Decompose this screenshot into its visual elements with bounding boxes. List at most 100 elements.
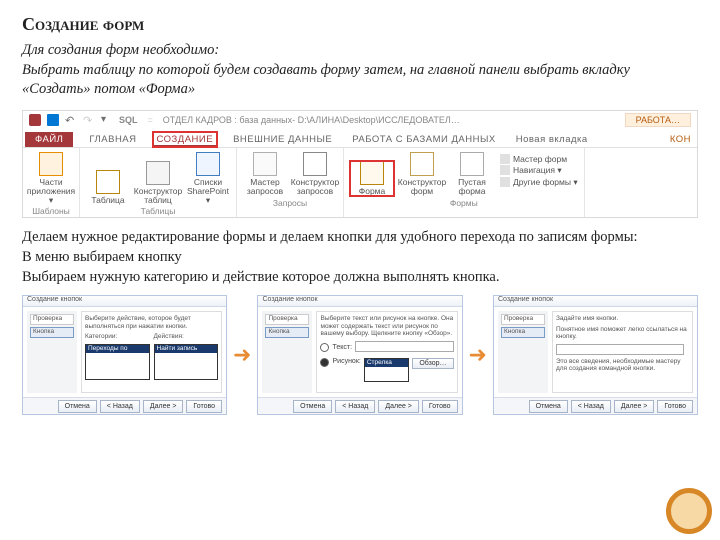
table-icon <box>96 170 120 194</box>
sidebar-item-label: Проверка <box>30 314 74 325</box>
intro-text: Для создания форм необходимо: Выбрать та… <box>22 41 698 100</box>
btn-form-wizard[interactable]: Мастер форм <box>500 154 578 164</box>
sidebar-item-button[interactable]: Кнопка <box>265 327 309 338</box>
actions-list[interactable]: Найти запись <box>154 344 219 380</box>
group-templates: Части приложения ▾ Шаблоны <box>23 148 80 218</box>
arrow-right-icon: ➜ <box>233 342 251 368</box>
cancel-button[interactable]: Отмена <box>58 400 97 413</box>
window-title: ОТДЕЛ КАДРОВ : база данных- D:\АЛИНА\Des… <box>163 115 460 125</box>
list-item[interactable] <box>86 361 149 369</box>
dialog-prompt: Задайте имя кнопки. <box>556 315 689 322</box>
sql-icon[interactable]: SQL <box>119 115 138 125</box>
radio-picture[interactable] <box>320 358 329 367</box>
btn-table-constructor[interactable]: Конструктор таблиц <box>136 161 180 205</box>
list-item[interactable] <box>155 353 218 361</box>
form-constructor-icon <box>410 152 434 176</box>
wizard-dialog-1: Создание кнопок Проверка Кнопка Выберите… <box>22 295 227 415</box>
dialog-sidebar: Проверка Кнопка <box>262 311 312 393</box>
form-wizard-icon <box>500 154 510 164</box>
sharepoint-icon <box>196 152 220 176</box>
dialog-sidebar: Проверка Кнопка <box>498 311 548 393</box>
blank-form-icon <box>460 152 484 176</box>
tab-external-data[interactable]: ВНЕШНИЕ ДАННЫЕ <box>229 132 336 147</box>
finish-button[interactable]: Готово <box>422 400 458 413</box>
btn-query-constructor[interactable]: Конструктор запросов <box>293 152 337 196</box>
btn-sharepoint-lists[interactable]: Списки SharePoint ▾ <box>186 152 230 205</box>
form-icon <box>360 161 384 185</box>
access-app-icon <box>29 114 41 126</box>
query-wizard-icon <box>253 152 277 176</box>
sidebar-item-button[interactable]: Кнопка <box>30 327 74 338</box>
btn-form-constructor[interactable]: Конструктор форм <box>400 152 444 196</box>
cancel-button[interactable]: Отмена <box>529 400 568 413</box>
table-constructor-icon <box>146 161 170 185</box>
query-constructor-icon <box>303 152 327 176</box>
body-text: Делаем нужное редактирование формы и дел… <box>22 228 698 287</box>
app-parts-icon <box>39 152 63 176</box>
filter-icon[interactable] <box>101 114 113 126</box>
dialog-title: Создание кнопок <box>23 296 226 307</box>
btn-app-parts[interactable]: Части приложения ▾ <box>29 152 73 205</box>
next-button[interactable]: Далее > <box>378 400 419 413</box>
list-item[interactable]: Стрелка вправо (черная) <box>365 359 408 367</box>
group-tables: Таблица Конструктор таблиц Списки ShareP… <box>80 148 237 218</box>
back-button[interactable]: < Назад <box>335 400 375 413</box>
actions-label: Действия: <box>154 333 219 340</box>
tab-file[interactable]: ФАЙЛ <box>25 132 73 147</box>
navigation-icon <box>500 165 510 175</box>
context-tab-work[interactable]: РАБОТА… <box>625 113 691 127</box>
quick-access-toolbar: SQL = ОТДЕЛ КАДРОВ : база данных- D:\АЛИ… <box>23 111 697 129</box>
list-item[interactable]: Переходы по записям <box>86 345 149 353</box>
group-forms: Форма Конструктор форм Пустая форма Маст… <box>344 148 585 218</box>
radio-text[interactable] <box>320 343 329 352</box>
picture-list[interactable]: Стрелка вправо (черная) <box>364 358 409 382</box>
finish-button[interactable]: Готово <box>186 400 222 413</box>
group-queries: Мастер запросов Конструктор запросов Зап… <box>237 148 344 218</box>
btn-navigation[interactable]: Навигация ▾ <box>500 165 578 176</box>
arrow-right-icon: ➜ <box>469 342 487 368</box>
undo-icon[interactable] <box>65 114 77 126</box>
dialog-hint: Понятное имя поможет легко ссылаться на … <box>556 326 689 341</box>
sidebar-item-label: Проверка <box>265 314 309 325</box>
wizard-dialog-3: Создание кнопок Проверка Кнопка Задайте … <box>493 295 698 415</box>
dialog-info: Это все сведения, необходимые мастеру дл… <box>556 358 689 373</box>
access-ribbon: SQL = ОТДЕЛ КАДРОВ : база данных- D:\АЛИ… <box>22 110 698 219</box>
btn-form[interactable]: Форма <box>350 161 394 196</box>
finish-button[interactable]: Готово <box>657 400 693 413</box>
save-icon[interactable] <box>47 114 59 126</box>
page-title: Создание форм <box>22 14 698 35</box>
redo-icon <box>83 114 95 126</box>
btn-other-forms[interactable]: Другие формы ▾ <box>500 177 578 188</box>
tab-new-tab[interactable]: Новая вкладка <box>512 132 592 147</box>
list-item[interactable]: Найти запись <box>155 345 218 353</box>
dialog-title: Создание кнопок <box>494 296 697 307</box>
next-button[interactable]: Далее > <box>143 400 184 413</box>
group-templates-label: Шаблоны <box>29 206 73 216</box>
categories-list[interactable]: Переходы по записям <box>85 344 150 380</box>
ribbon-tabs: ФАЙЛ ГЛАВНАЯ СОЗДАНИЕ ВНЕШНИЕ ДАННЫЕ РАБ… <box>23 129 697 148</box>
back-button[interactable]: < Назад <box>100 400 140 413</box>
next-button[interactable]: Далее > <box>614 400 655 413</box>
btn-query-wizard[interactable]: Мастер запросов <box>243 152 287 196</box>
option-picture-label: Рисунок: <box>332 358 360 365</box>
tab-home[interactable]: ГЛАВНАЯ <box>85 132 140 147</box>
back-button[interactable]: < Назад <box>571 400 611 413</box>
name-input[interactable] <box>556 344 684 355</box>
wizard-dialogs-row: Создание кнопок Проверка Кнопка Выберите… <box>22 295 698 415</box>
categories-label: Категории: <box>85 333 150 340</box>
option-text-label: Текст: <box>332 344 352 351</box>
dialog-sidebar: Проверка Кнопка <box>27 311 77 393</box>
tab-create[interactable]: СОЗДАНИЕ <box>153 132 218 147</box>
tab-database-tools[interactable]: РАБОТА С БАЗАМИ ДАННЫХ <box>348 132 499 147</box>
browse-button[interactable]: Обзор… <box>412 358 453 369</box>
dialog-title: Создание кнопок <box>258 296 461 307</box>
btn-table[interactable]: Таблица <box>86 170 130 205</box>
tab-constructor-context[interactable]: КОН <box>666 132 695 147</box>
btn-blank-form[interactable]: Пустая форма <box>450 152 494 196</box>
list-item[interactable] <box>155 361 218 369</box>
cancel-button[interactable]: Отмена <box>293 400 332 413</box>
sidebar-item-button[interactable]: Кнопка <box>501 327 545 338</box>
sidebar-item-label: Проверка <box>501 314 545 325</box>
ribbon-body: Части приложения ▾ Шаблоны Таблица Конст… <box>23 148 697 218</box>
text-input[interactable] <box>355 341 453 352</box>
